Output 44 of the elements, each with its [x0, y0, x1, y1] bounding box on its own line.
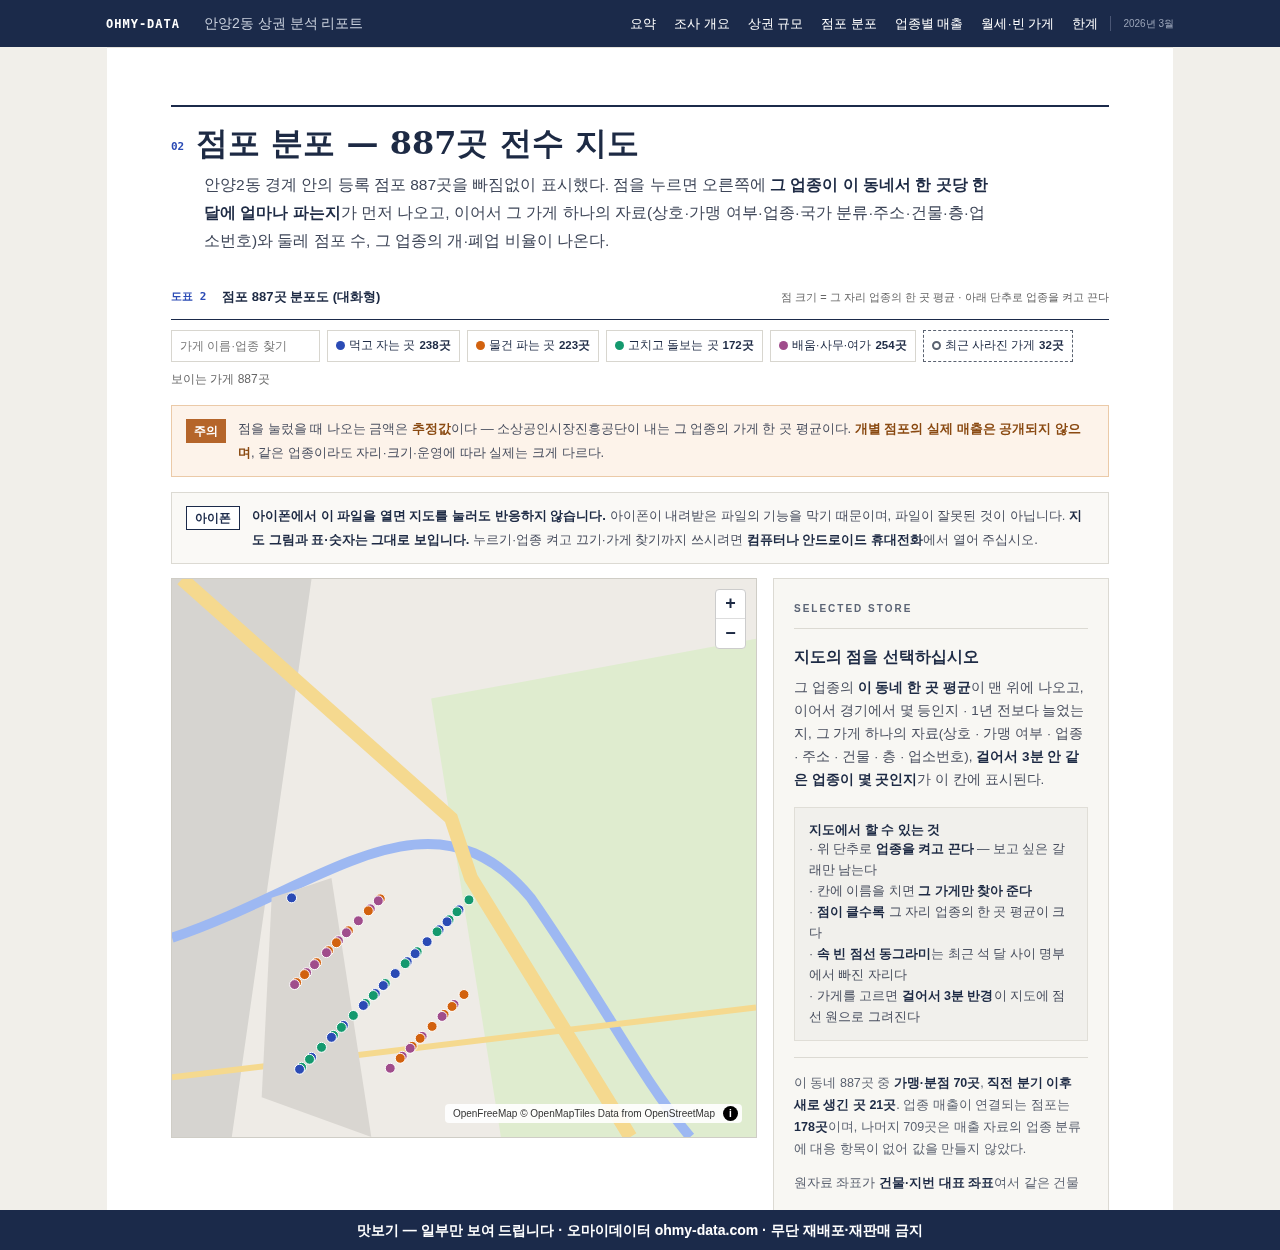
- search-field[interactable]: 가게 이름·업종 찾기: [171, 329, 320, 362]
- lead-paragraph: 안양2동 경계 안의 등록 점포 887곳을 빠짐없이 표시했다. 점을 누르면 오른쪽에 그 업종이 이 동네서 한 곳당 한 달에 얼마나 파는지가 먼저 나오고, 이어서 그 가게 하나의 자료(상호·가맹 여부·업종·국가 분류·주소·건물·층·업소번호)와 둘레 점포 수, 그 업종의 개·폐업 비율이 나온다.: [204, 175, 989, 251]
- panel-heading: 지도의 점을 선택하십시오: [794, 646, 980, 667]
- map-attribution: OpenFreeMap © OpenMapTiles Data from OpenStreetMap: [452, 1106, 715, 1121]
- nav-link[interactable]: 업종별 매출: [894, 13, 964, 34]
- zoom-out-button[interactable]: −: [716, 618, 745, 648]
- brand-logo[interactable]: OHMY-DATA: [106, 14, 181, 33]
- filter-toggle[interactable]: 고치고 돌보는 곳 172곳: [606, 329, 763, 362]
- visible-count: 보이는 가게 887곳: [171, 370, 270, 388]
- nav-link[interactable]: 상권 규모: [747, 13, 804, 34]
- panel-note: 원자료 좌표가 건물·지번 대표 좌표여서 같은 건물: [794, 1175, 1080, 1193]
- info-button[interactable]: i: [723, 1105, 738, 1121]
- filter-toggle[interactable]: 최근 사라진 가게 32곳: [922, 329, 1073, 362]
- filter-toggle[interactable]: 물건 파는 곳 223곳: [466, 329, 600, 362]
- notice-text: 점을 눌렀을 때 나오는 금액은 추정값이다 — 소상공인시장진흥공단이 내는 그 업종의 가게 한 곳 평균이다. 개별 점포의 실제 매출은 공개되지 않으며, 같은 업종이라도 자리·크기·운영에 따라 실제는 크게 다르다.: [238, 419, 1082, 462]
- report-date: 2026년 3월: [1110, 16, 1174, 31]
- nav-link[interactable]: 한계: [1072, 13, 1099, 34]
- filter-toggle[interactable]: 배움·사무·여가 254곳: [769, 329, 916, 362]
- howto-title: 지도에서 할 수 있는 것: [809, 820, 942, 839]
- notice-text: 아이폰에서 이 파일을 열면 지도를 눌러도 반응하지 않습니다. 아이폰이 내려받은 파일의 기능을 막기 때문이며, 파일이 잘못된 것이 아닙니다. 지도 그림과 표·숫자는 그대로 보입니다. 누르기·업종 켜고 끄기·가게 찾기까지 쓰시려면 컴퓨터나 안드로이드 휴대전화에서 열어 주십시오.: [252, 506, 1083, 549]
- section-title: 점포 분포 — 887곳 전수 지도: [196, 123, 639, 163]
- banner-text: 맛보기 — 일부만 보여 드립니다 · 오마이데이터 ohmy-data.com · 무단 재배포·재판매 금지: [356, 1220, 924, 1240]
- figure-title: 점포 887곳 분포도 (대화형): [222, 288, 381, 306]
- nav-link[interactable]: 점포 분포: [821, 13, 877, 34]
- filter-toggle[interactable]: 먹고 자는 곳 238곳: [327, 329, 460, 362]
- panel-intro: 그 업종의 이 동네 한 곳 평균이 맨 위에 나오고, 이어서 경기에서 몇 등인지 · 1년 전보다 늘었는지, 그 가게 하나의 자료(상호 · 가맹 여부 · 업종 · 주소 · 건물 · 층 · 업소번호), 걸어서 3분 안 같은 업종이 몇 곳인지가 이 칸에 표시된다.: [794, 678, 1086, 789]
- zoom-in-button[interactable]: +: [716, 589, 745, 619]
- howto-item: · 칸에 이름을 치면 그 가게만 찾아 준다: [809, 883, 1034, 901]
- report-title: 안양2동 상권 분석 리포트: [204, 14, 364, 33]
- nav-link[interactable]: 월세·빈 가게: [981, 13, 1055, 34]
- howto-item: · 가게를 고르면 걸어서 3분 반경이 지도에 점선 원으로 그려진다: [809, 988, 1067, 1027]
- notice-badge: 아이폰: [186, 505, 240, 530]
- nav-link[interactable]: 요약: [629, 13, 656, 34]
- panel-note: 이 동네 887곳 중 가맹·분점 70곳, 직전 분기 이후 새로 생긴 곳 21곳. 업종 매출이 연결되는 점포는 178곳이며, 나머지 709곳은 매출 자료의 업종 분류에 대응 항목이 없어 값을 만들지 않았다.: [794, 1075, 1083, 1159]
- howto-item: · 속 빈 점선 동그라미는 최근 석 달 사이 명부에서 빠진 자리다: [809, 946, 1067, 985]
- panel-eyebrow: SELECTED STORE: [794, 600, 1088, 629]
- notice-badge: 주의: [186, 418, 226, 443]
- figure-label: 도표 2: [171, 288, 207, 305]
- store-map[interactable]: + − OpenFreeMap © OpenMapTiles Data from OpenStreetMap i: [171, 577, 757, 1138]
- howto-item: · 점이 클수록 그 자리 업종의 한 곳 평균이 크다: [809, 904, 1067, 943]
- section-number: 02: [171, 138, 185, 155]
- howto-item: · 위 단추로 업종을 켜고 끈다 — 보고 싶은 갈래만 남는다: [809, 841, 1066, 880]
- figure-note: 점 크기 = 그 자리 업종의 한 곳 평균 · 아래 단추로 업종을 켜고 끈다: [781, 289, 1109, 305]
- nav-link[interactable]: 조사 개요: [673, 13, 730, 34]
